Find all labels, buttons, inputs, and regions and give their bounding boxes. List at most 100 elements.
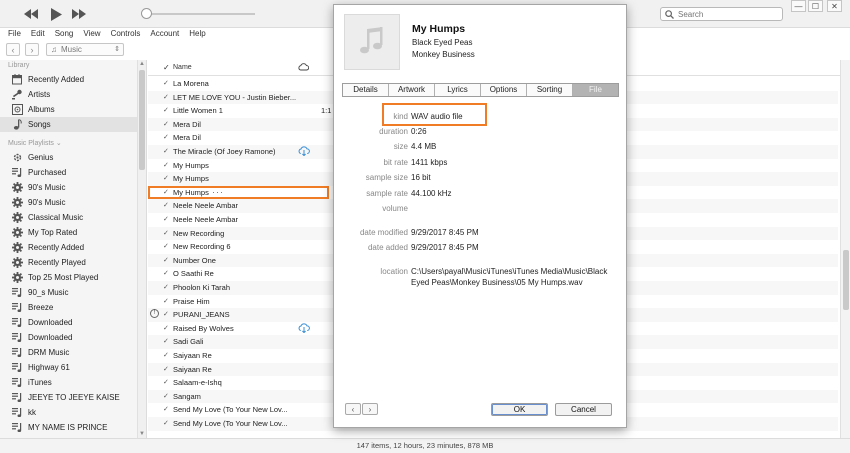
cloud-icon	[298, 63, 310, 71]
cancel-button[interactable]: Cancel	[555, 403, 612, 416]
cloud-download-icon[interactable]	[298, 146, 310, 158]
song-checkbox[interactable]: ✓	[163, 351, 169, 359]
more-options-icon[interactable]: ···	[212, 187, 224, 197]
header-check-icon: ✓	[163, 63, 170, 72]
media-source-select[interactable]: ♫ Music ⇕	[46, 43, 124, 56]
song-checkbox[interactable]: ✓	[163, 378, 169, 386]
search-input[interactable]	[678, 9, 773, 19]
song-checkbox[interactable]: ✓	[163, 93, 169, 101]
song-checkbox[interactable]: ✓	[163, 297, 169, 305]
sidebar-playlist-item[interactable]: My Top Rated	[0, 225, 146, 240]
sidebar-playlist-item[interactable]: Recently Added	[0, 240, 146, 255]
song-checkbox[interactable]: ✓	[163, 365, 169, 373]
sidebar-library-item[interactable]: Albums	[0, 102, 146, 117]
sidebar-playlist-item[interactable]: 90's Music	[0, 180, 146, 195]
song-checkbox[interactable]: ✓	[163, 310, 169, 318]
menu-view[interactable]: View	[83, 28, 100, 40]
cloud-download-icon[interactable]	[298, 323, 310, 335]
next-song-button[interactable]: ›	[362, 403, 378, 415]
sidebar-library-item[interactable]: Recently Added	[0, 72, 146, 87]
song-checkbox[interactable]: ✓	[163, 324, 169, 332]
song-checkbox[interactable]: ✓	[163, 201, 169, 209]
fast-forward-button[interactable]	[70, 5, 88, 23]
song-checkbox[interactable]: ✓	[163, 120, 169, 128]
song-checkbox[interactable]: ✓	[163, 419, 169, 427]
sidebar-playlist-item[interactable]: MY NAME IS PRINCE	[0, 420, 146, 435]
song-checkbox[interactable]: ✓	[163, 79, 169, 87]
sidebar-playlist-item[interactable]: Downloaded	[0, 315, 146, 330]
close-button[interactable]: ✕	[827, 0, 842, 12]
warning-icon[interactable]: !	[150, 309, 159, 319]
sidebar-playlist-item[interactable]: Highway 61	[0, 360, 146, 375]
song-checkbox[interactable]: ✓	[163, 188, 169, 196]
maximize-button[interactable]: ☐	[808, 0, 823, 12]
sidebar-playlist-item[interactable]: Purchased	[0, 165, 146, 180]
song-checkbox[interactable]: ✓	[163, 161, 169, 169]
sidebar-playlist-item[interactable]: 90_s Music	[0, 285, 146, 300]
menu-song[interactable]: Song	[55, 28, 74, 40]
song-checkbox[interactable]: ✓	[163, 405, 169, 413]
sidebar-playlist-item[interactable]: Classical Music	[0, 210, 146, 225]
tab-lyrics[interactable]: Lyrics	[435, 84, 481, 96]
song-checkbox[interactable]: ✓	[163, 392, 169, 400]
song-checkbox[interactable]: ✓	[163, 229, 169, 237]
sidebar-playlist-item[interactable]: iTunes	[0, 375, 146, 390]
song-checkbox[interactable]: ✓	[163, 269, 169, 277]
song-name: My Humps	[173, 160, 209, 170]
menu-help[interactable]: Help	[189, 28, 205, 40]
song-checkbox[interactable]: ✓	[163, 133, 169, 141]
menu-account[interactable]: Account	[150, 28, 179, 40]
sidebar-playlist-item[interactable]: Downloaded	[0, 330, 146, 345]
sidebar-playlist-item[interactable]: Genius	[0, 150, 146, 165]
playlists-header-label: Music Playlists	[8, 140, 54, 147]
tab-file[interactable]: File	[573, 84, 618, 96]
sidebar-playlist-item-label: Classical Music	[28, 213, 84, 222]
ok-button[interactable]: OK	[491, 403, 548, 416]
sidebar-playlist-item[interactable]: kk	[0, 405, 146, 420]
song-checkbox[interactable]: ✓	[163, 215, 169, 223]
forward-button[interactable]: ›	[25, 43, 39, 56]
menu-controls[interactable]: Controls	[111, 28, 141, 40]
sidebar-playlist-item[interactable]: JEEYE TO JEEYE KAISE	[0, 390, 146, 405]
search-box[interactable]	[660, 7, 783, 21]
song-checkbox[interactable]: ✓	[163, 106, 169, 114]
music-note-icon	[360, 27, 383, 54]
playlist-icon	[12, 407, 23, 418]
sidebar-playlist-item[interactable]: Top 25 Most Played	[0, 270, 146, 285]
song-checkbox[interactable]: ✓	[163, 256, 169, 264]
sidebar-playlist-item[interactable]: 90's Music	[0, 195, 146, 210]
sidebar-playlist-item[interactable]: DRM Music	[0, 345, 146, 360]
song-checkbox[interactable]: ✓	[163, 242, 169, 250]
sidebar-playlist-item[interactable]: Breeze	[0, 300, 146, 315]
sidebar-library-item[interactable]: Songs	[0, 117, 146, 132]
sidebar-library-item[interactable]: Artists	[0, 87, 146, 102]
song-checkbox[interactable]: ✓	[163, 283, 169, 291]
tab-sorting[interactable]: Sorting	[527, 84, 573, 96]
column-header-name[interactable]: Name	[173, 64, 192, 71]
volume-slider-knob[interactable]	[141, 8, 152, 19]
sidebar-scrollbar[interactable]: ▲ ▼	[137, 60, 146, 438]
field-value-kind: WAV audio file	[411, 112, 463, 121]
column-header-cloud[interactable]	[298, 63, 310, 73]
tab-details[interactable]: Details	[343, 84, 389, 96]
sidebar-playlist-item[interactable]: Recently Played	[0, 255, 146, 270]
song-checkbox[interactable]: ✓	[163, 147, 169, 155]
menu-file[interactable]: File	[8, 28, 21, 40]
song-checkbox[interactable]: ✓	[163, 337, 169, 345]
playlists-header[interactable]: Music Playlists ⌄	[0, 138, 146, 150]
previous-song-button[interactable]: ‹	[345, 403, 361, 415]
song-checkbox[interactable]: ✓	[163, 174, 169, 182]
song-row-highlighted[interactable]: ✓ My Humps ···	[148, 185, 329, 200]
song-list-scrollbar[interactable]	[840, 60, 850, 438]
menu-edit[interactable]: Edit	[31, 28, 45, 40]
sidebar-scroll-thumb[interactable]	[139, 70, 145, 170]
song-name: Send My Love (To Your New Lov...	[173, 419, 288, 428]
rewind-button[interactable]	[22, 5, 40, 23]
volume-slider-track[interactable]	[145, 13, 255, 15]
song-list-scroll-thumb[interactable]	[843, 250, 849, 310]
play-button[interactable]	[47, 5, 65, 23]
back-button[interactable]: ‹	[6, 43, 20, 56]
tab-options[interactable]: Options	[481, 84, 527, 96]
tab-artwork[interactable]: Artwork	[389, 84, 435, 96]
minimize-button[interactable]: —	[791, 0, 806, 12]
